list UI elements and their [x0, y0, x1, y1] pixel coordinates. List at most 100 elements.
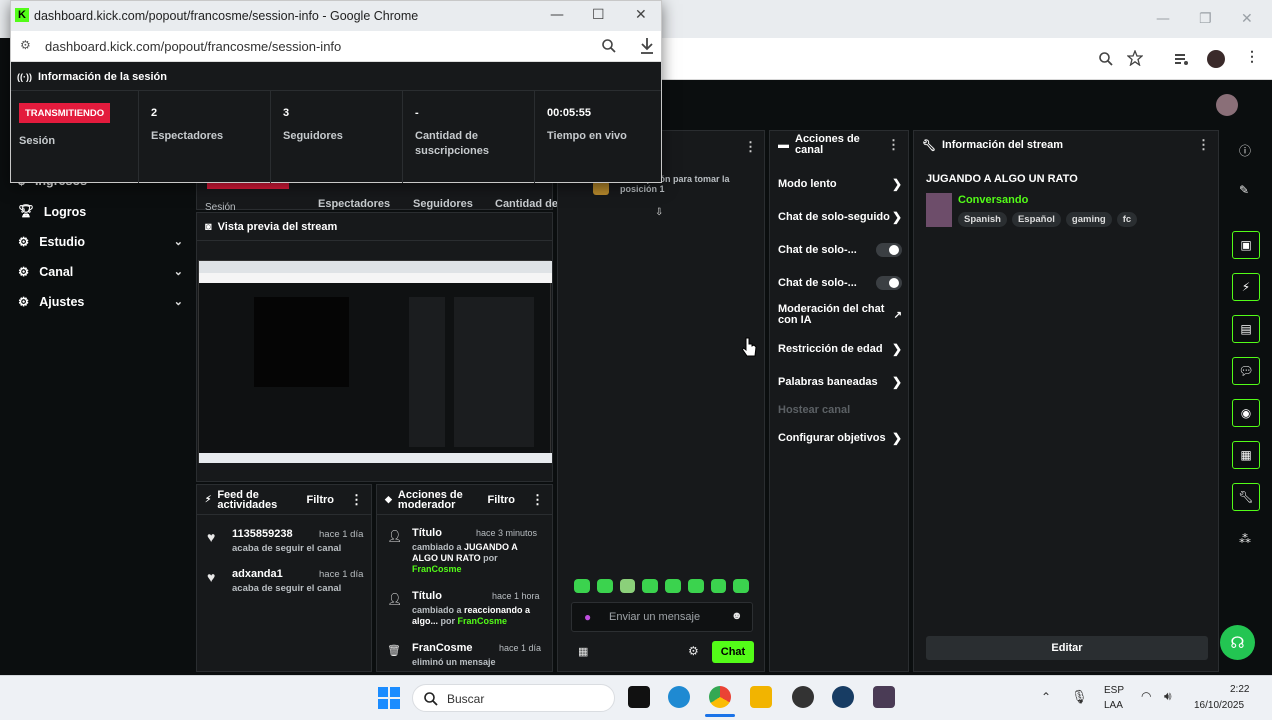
site-info-icon[interactable]: ⚙	[20, 38, 31, 52]
rail-chat-button[interactable]: 💬︎	[1232, 357, 1260, 385]
host-channel-item: Hostear canal	[778, 404, 851, 416]
clock-date[interactable]: 16/10/2025	[1194, 700, 1244, 711]
activity-filter-button[interactable]: Filtro	[307, 494, 335, 506]
minimize-button[interactable]: —	[1156, 11, 1170, 27]
apps-icon[interactable]: ⁂	[1239, 532, 1251, 546]
mod-title: Acciones de moderador	[397, 488, 463, 511]
stream-preview-video[interactable]	[198, 260, 552, 463]
chevron-up-icon[interactable]: ⌃	[1041, 690, 1051, 704]
stream-preview-panel: ◙ Vista previa del stream	[196, 212, 553, 482]
stream-info-menu-icon[interactable]: ⋮	[1197, 137, 1210, 153]
volume-icon[interactable]: 🔊︎	[1164, 689, 1172, 704]
info-icon[interactable]: ⓘ	[1239, 142, 1251, 159]
category-link[interactable]: Conversando	[958, 194, 1028, 206]
rail-notes-button[interactable]: ▤	[1232, 315, 1260, 343]
chat-menu-icon[interactable]: ⋮	[744, 139, 757, 155]
chrome-icon[interactable]	[709, 686, 731, 708]
user-avatar[interactable]	[1216, 94, 1238, 116]
stat-followers: 3 Seguidores	[270, 91, 402, 183]
taskbar-search[interactable]: Buscar	[412, 684, 615, 712]
sidebar-item-canal[interactable]: ⚙ Canal ⌄	[18, 264, 183, 280]
taskbar-app-icon[interactable]	[628, 686, 650, 708]
microphone-icon[interactable]: ●	[584, 610, 591, 624]
edge-icon[interactable]	[668, 686, 690, 708]
language-indicator[interactable]: ESP	[1104, 685, 1124, 696]
popout-close-button[interactable]: ✕	[635, 7, 647, 23]
chat-panel: ⋮ suscripción para tomar la posición 1 ⇩…	[557, 130, 765, 672]
mouse-cursor-icon	[742, 337, 757, 357]
emoji-icon[interactable]: ☻	[731, 610, 743, 622]
slow-mode-item[interactable]: Modo lento ❯	[778, 177, 902, 191]
close-button[interactable]: ✕	[1241, 11, 1253, 27]
emote-bar[interactable]	[574, 579, 749, 595]
tag[interactable]: gaming	[1065, 212, 1112, 227]
popout-titlebar: K dashboard.kick.com/popout/francosme/se…	[11, 1, 661, 31]
stat-live-time: 00:05:55 Tiempo en vivo	[534, 91, 661, 183]
steam-icon[interactable]	[832, 686, 854, 708]
moderator-actions-panel: ◆ Acciones de moderador Filtro ⋮ 👤︎ Título …	[376, 484, 553, 672]
pencil-icon[interactable]: ✎	[1239, 183, 1249, 197]
zoom-icon[interactable]	[601, 38, 617, 54]
popout-minimize-button[interactable]: —	[550, 7, 564, 23]
sidebar-item-estudio[interactable]: ⚙ Estudio ⌄	[18, 234, 183, 250]
rail-tools-button[interactable]: 🔧︎	[1232, 483, 1260, 511]
tag[interactable]: fc	[1116, 212, 1138, 227]
settings-gear-icon[interactable]: ⚙	[688, 644, 699, 658]
obs-icon[interactable]	[792, 686, 814, 708]
toggle-switch[interactable]	[876, 276, 902, 290]
mod-menu-icon[interactable]: ⋮	[531, 492, 544, 508]
chevron-right-icon: ❯	[891, 375, 902, 389]
active-app-indicator	[705, 714, 735, 717]
media-control-icon[interactable]	[1174, 51, 1190, 67]
category-thumbnail	[926, 193, 952, 227]
tag[interactable]: Español	[1011, 212, 1061, 227]
followers-only-item[interactable]: Chat de solo-seguido ❯	[778, 210, 902, 224]
banned-words-item[interactable]: Palabras baneadas ❯	[778, 375, 902, 389]
menu-kebab-icon[interactable]: ⋮	[1245, 48, 1259, 65]
subs-only-toggle-row[interactable]: Chat de solo-...	[778, 243, 902, 257]
rail-layout-button[interactable]: ▦	[1232, 441, 1260, 469]
microphone-icon[interactable]: 🎙︎	[1071, 689, 1088, 705]
bolt-icon: ⚡︎	[1241, 280, 1251, 294]
emote-only-toggle-row[interactable]: Chat de solo-...	[778, 276, 902, 290]
edit-button[interactable]: Editar	[926, 636, 1208, 660]
heart-icon: ♥	[207, 529, 216, 545]
chat-input[interactable]: ● Enviar un mensaje ☻	[571, 602, 753, 632]
popout-address-bar[interactable]: ⚙ dashboard.kick.com/popout/francosme/se…	[11, 31, 661, 62]
sidebar-item-ajustes[interactable]: ⚙ Ajustes ⌄	[18, 294, 183, 310]
age-restriction-item[interactable]: Restricción de edad ❯	[778, 342, 902, 356]
bolt-icon: ⚡︎	[205, 494, 212, 504]
live-status-badge: TRANSMITIENDO	[19, 103, 111, 123]
download-icon[interactable]	[639, 37, 655, 55]
game-app-icon[interactable]	[873, 686, 895, 708]
clock-time[interactable]: 2:22	[1230, 684, 1249, 695]
layout-icon: ▦	[1240, 448, 1252, 462]
store-icon[interactable]: ▦	[578, 645, 588, 658]
file-explorer-icon[interactable]	[750, 686, 772, 708]
sidebar-item-logros[interactable]: 🏆︎ Logros	[18, 204, 183, 219]
send-chat-button[interactable]: Chat	[712, 641, 754, 663]
mod-filter-button[interactable]: Filtro	[488, 494, 516, 506]
activity-menu-icon[interactable]: ⋮	[350, 492, 363, 508]
configure-goals-item[interactable]: Configurar objetivos ❯	[778, 431, 902, 445]
zoom-icon[interactable]	[1098, 51, 1114, 67]
support-headset-icon[interactable]: ☊	[1220, 625, 1255, 660]
ai-moderation-item[interactable]: Moderación del chat con IA ↗	[778, 304, 902, 326]
restore-button[interactable]: ❐	[1199, 11, 1212, 27]
tag[interactable]: Spanish	[958, 212, 1007, 227]
popout-maximize-button[interactable]: ☐	[592, 7, 605, 23]
wifi-icon[interactable]: ◠	[1141, 689, 1151, 703]
user-edit-icon: 👤︎	[387, 592, 403, 606]
gear-icon: ⚙	[18, 265, 30, 279]
bookmark-star-icon[interactable]	[1127, 50, 1143, 66]
profile-avatar[interactable]	[1207, 50, 1225, 68]
rail-broadcast-button[interactable]: ◉	[1232, 399, 1260, 427]
external-link-icon: ↗	[893, 309, 902, 321]
toggle-switch[interactable]	[876, 243, 902, 257]
rail-activity-button[interactable]: ⚡︎	[1232, 273, 1260, 301]
chevron-right-icon: ❯	[891, 177, 902, 191]
actions-menu-icon[interactable]: ⋮	[887, 137, 900, 153]
windows-start-icon[interactable]	[378, 687, 400, 709]
rail-preview-button[interactable]: ▣	[1232, 231, 1260, 259]
scroll-down-icon[interactable]: ⇩	[655, 207, 663, 218]
